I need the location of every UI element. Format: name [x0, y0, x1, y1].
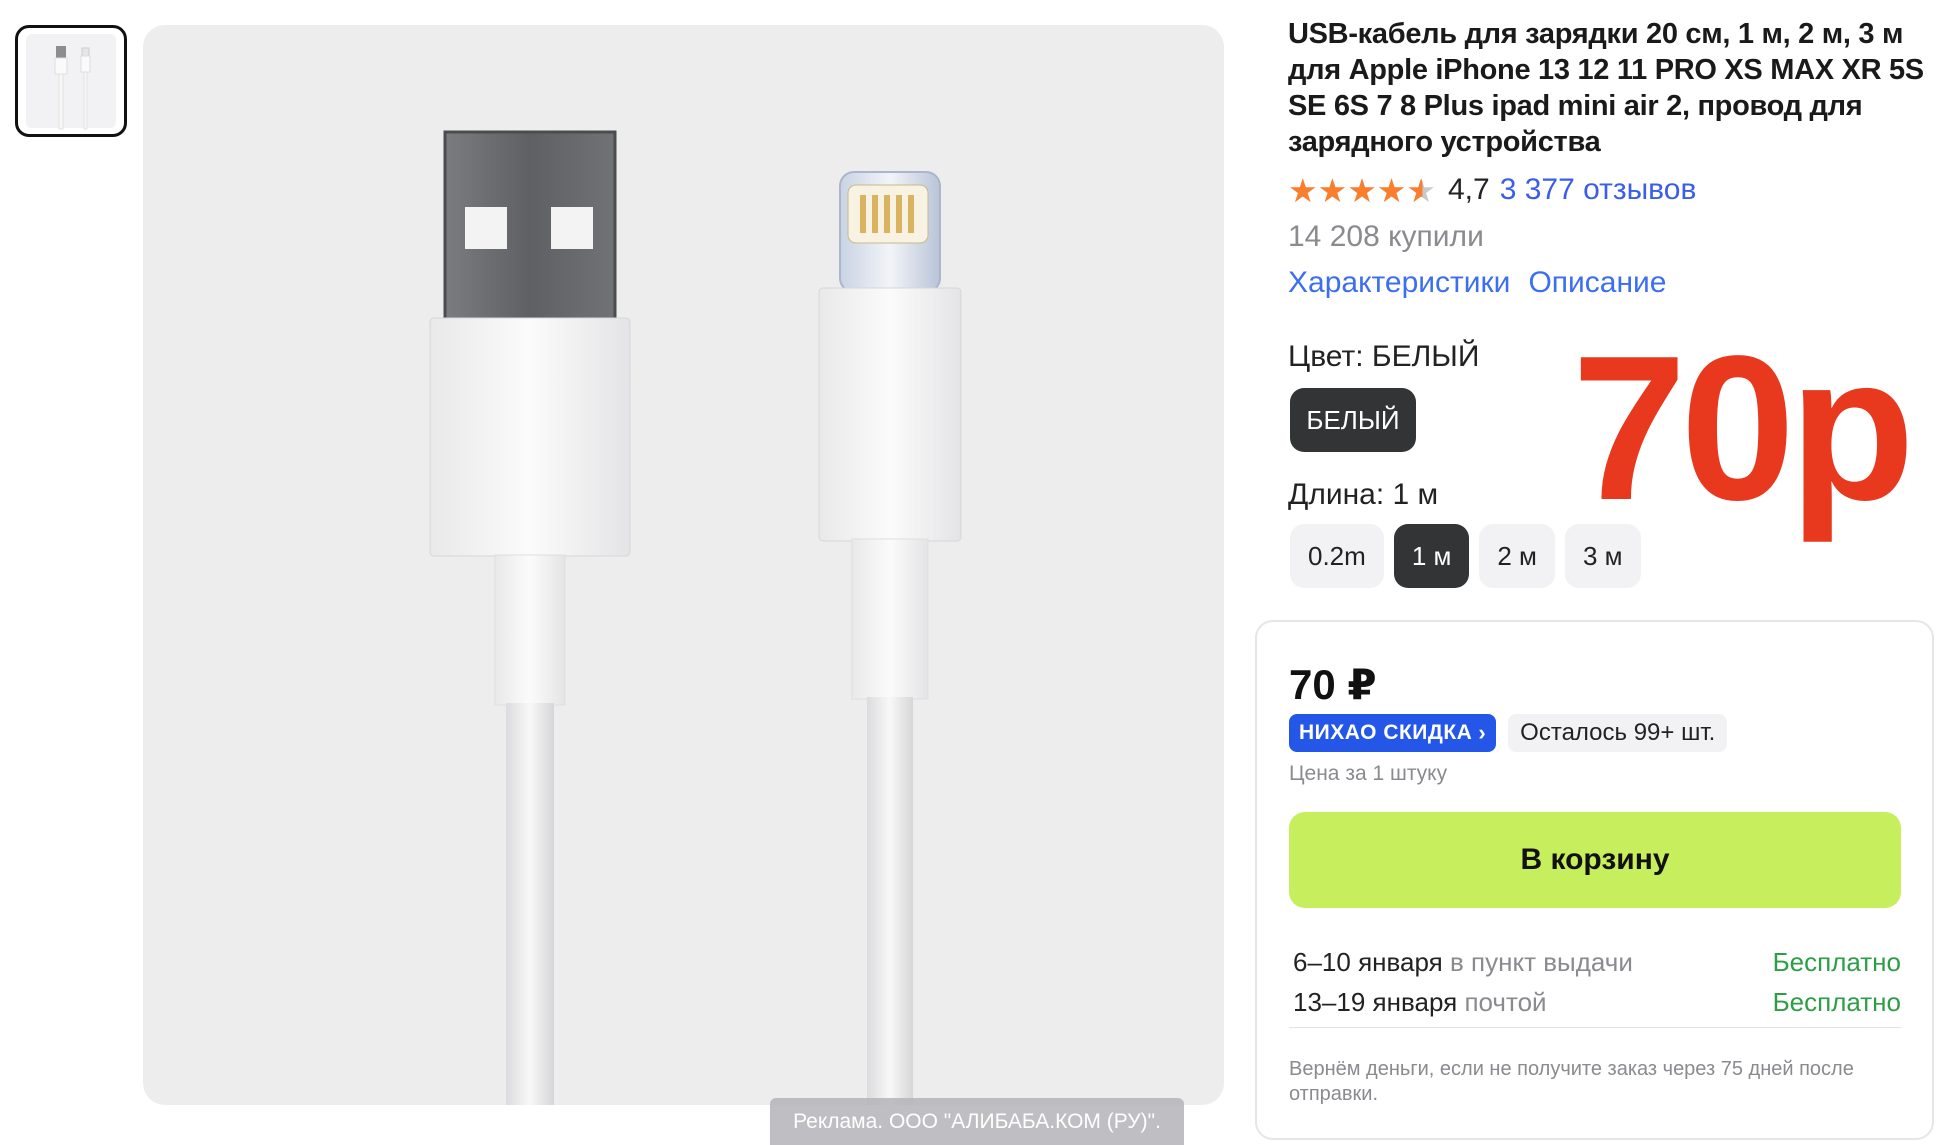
- length-option-2m[interactable]: 2 м: [1479, 524, 1555, 588]
- rating-value: 4,7: [1447, 173, 1490, 206]
- promo-badge-label: НИХАО СКИДКА: [1299, 721, 1473, 744]
- product-title: USB-кабель для зарядки 20 см, 1 м, 2 м, …: [1288, 18, 1924, 158]
- half-star-icon: ★: [1406, 171, 1436, 209]
- delivery-cost: Бесплатно: [1772, 947, 1901, 977]
- stock-badge: Осталось 99+ шт.: [1508, 714, 1728, 752]
- bought-count: 14 208 купили: [1288, 220, 1484, 253]
- thumbnail-image: [26, 34, 116, 130]
- chevron-right-icon: ›: [1478, 720, 1487, 745]
- ad-notice: Реклама. ООО "АЛИБАБА.КОМ (РУ)".: [770, 1098, 1184, 1145]
- delivery-option: 6–10 января в пункт выдачи Бесплатно: [1293, 947, 1901, 978]
- star-icon: ★: [1317, 171, 1348, 209]
- length-option-3m[interactable]: 3 м: [1564, 524, 1641, 588]
- promo-row: НИХАО СКИДКА › Осталось 99+ шт.: [1289, 714, 1728, 752]
- length-options: 0.2m 1 м 2 м 3 м: [1290, 524, 1641, 588]
- star-icon: ★: [1376, 171, 1407, 209]
- overlay-price: 70р: [1572, 313, 1915, 543]
- delivery-dates: 6–10 января: [1293, 947, 1443, 977]
- add-to-cart-button[interactable]: В корзину: [1289, 812, 1901, 908]
- delivery-method: почтой: [1464, 987, 1547, 1017]
- length-label: Длина: 1 м: [1288, 478, 1439, 511]
- tab-characteristics[interactable]: Характеристики: [1288, 266, 1510, 300]
- length-option-1m[interactable]: 1 м: [1393, 524, 1470, 588]
- delivery-dates: 13–19 января: [1293, 987, 1458, 1017]
- star-icon: ★: [1288, 171, 1318, 209]
- length-option-0-2m[interactable]: 0.2m: [1290, 524, 1384, 588]
- divider: [1289, 1027, 1901, 1028]
- product-thumbnail[interactable]: [15, 25, 127, 137]
- star-icon: ★: [1347, 171, 1377, 209]
- delivery-cost: Бесплатно: [1772, 987, 1901, 1017]
- price: 70 ₽: [1289, 661, 1377, 708]
- color-label: Цвет: БЕЛЫЙ: [1288, 340, 1480, 373]
- delivery-method: в пункт выдачи: [1449, 947, 1633, 977]
- delivery-option: 13–19 января почтой Бесплатно: [1293, 987, 1901, 1018]
- rating-stars: ★ ★ ★ ★ ★: [1288, 174, 1436, 207]
- refund-note: Вернём деньги, если не получите заказ че…: [1289, 1058, 1854, 1105]
- buy-box: 70 ₽ НИХАО СКИДКА › Осталось 99+ шт. Цен…: [1255, 620, 1934, 1140]
- reviews-link[interactable]: 3 377 отзывов: [1500, 173, 1697, 207]
- rating-row: ★ ★ ★ ★ ★ 4,7 3 377 отзывов: [1288, 170, 1696, 210]
- tab-description[interactable]: Описание: [1528, 266, 1666, 300]
- product-tabs: Характеристики Описание: [1288, 266, 1666, 300]
- main-product-image[interactable]: [143, 25, 1224, 1105]
- unit-price-note: Цена за 1 штуку: [1289, 762, 1448, 785]
- color-option-white[interactable]: БЕЛЫЙ: [1290, 388, 1416, 452]
- promo-badge[interactable]: НИХАО СКИДКА ›: [1289, 714, 1497, 752]
